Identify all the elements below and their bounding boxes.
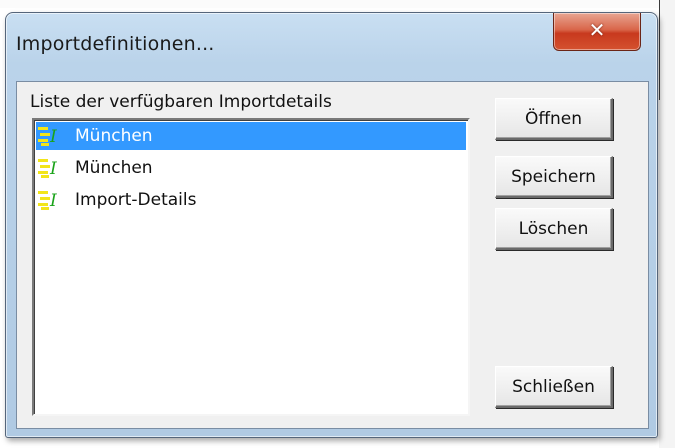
delete-button[interactable]: Löschen [495,208,613,250]
dialog-client-area: Liste der verfügbaren Importdetails I Mü… [16,81,649,429]
svg-text:I: I [49,159,57,179]
close-window-button[interactable]: ✕ [553,13,641,51]
list-item-label: Import-Details [75,190,197,210]
list-item-label: München [75,126,153,146]
dialog-title: Importdefinitionen... [16,33,215,55]
svg-text:I: I [49,127,57,147]
background-top [0,0,675,8]
list-item[interactable]: I Import-Details [36,186,466,214]
background-right [659,0,675,448]
import-definition-icon: I [37,156,69,180]
import-definitions-dialog: Importdefinitionen... ✕ Liste der verfüg… [5,12,658,438]
close-icon: ✕ [588,18,606,42]
import-details-listbox[interactable]: I München I München I Import-Details [32,118,470,416]
list-label: Liste der verfügbaren Importdetails [30,92,332,112]
open-button[interactable]: Öffnen [495,98,613,140]
close-button[interactable]: Schließen [495,366,613,408]
list-item-label: München [75,158,153,178]
background-divider [659,0,660,100]
import-definition-icon: I [37,188,69,212]
svg-text:I: I [49,191,57,211]
list-item[interactable]: I München [36,122,466,150]
save-button[interactable]: Speichern [495,156,613,198]
list-item[interactable]: I München [36,154,466,182]
import-definition-icon: I [37,124,69,148]
